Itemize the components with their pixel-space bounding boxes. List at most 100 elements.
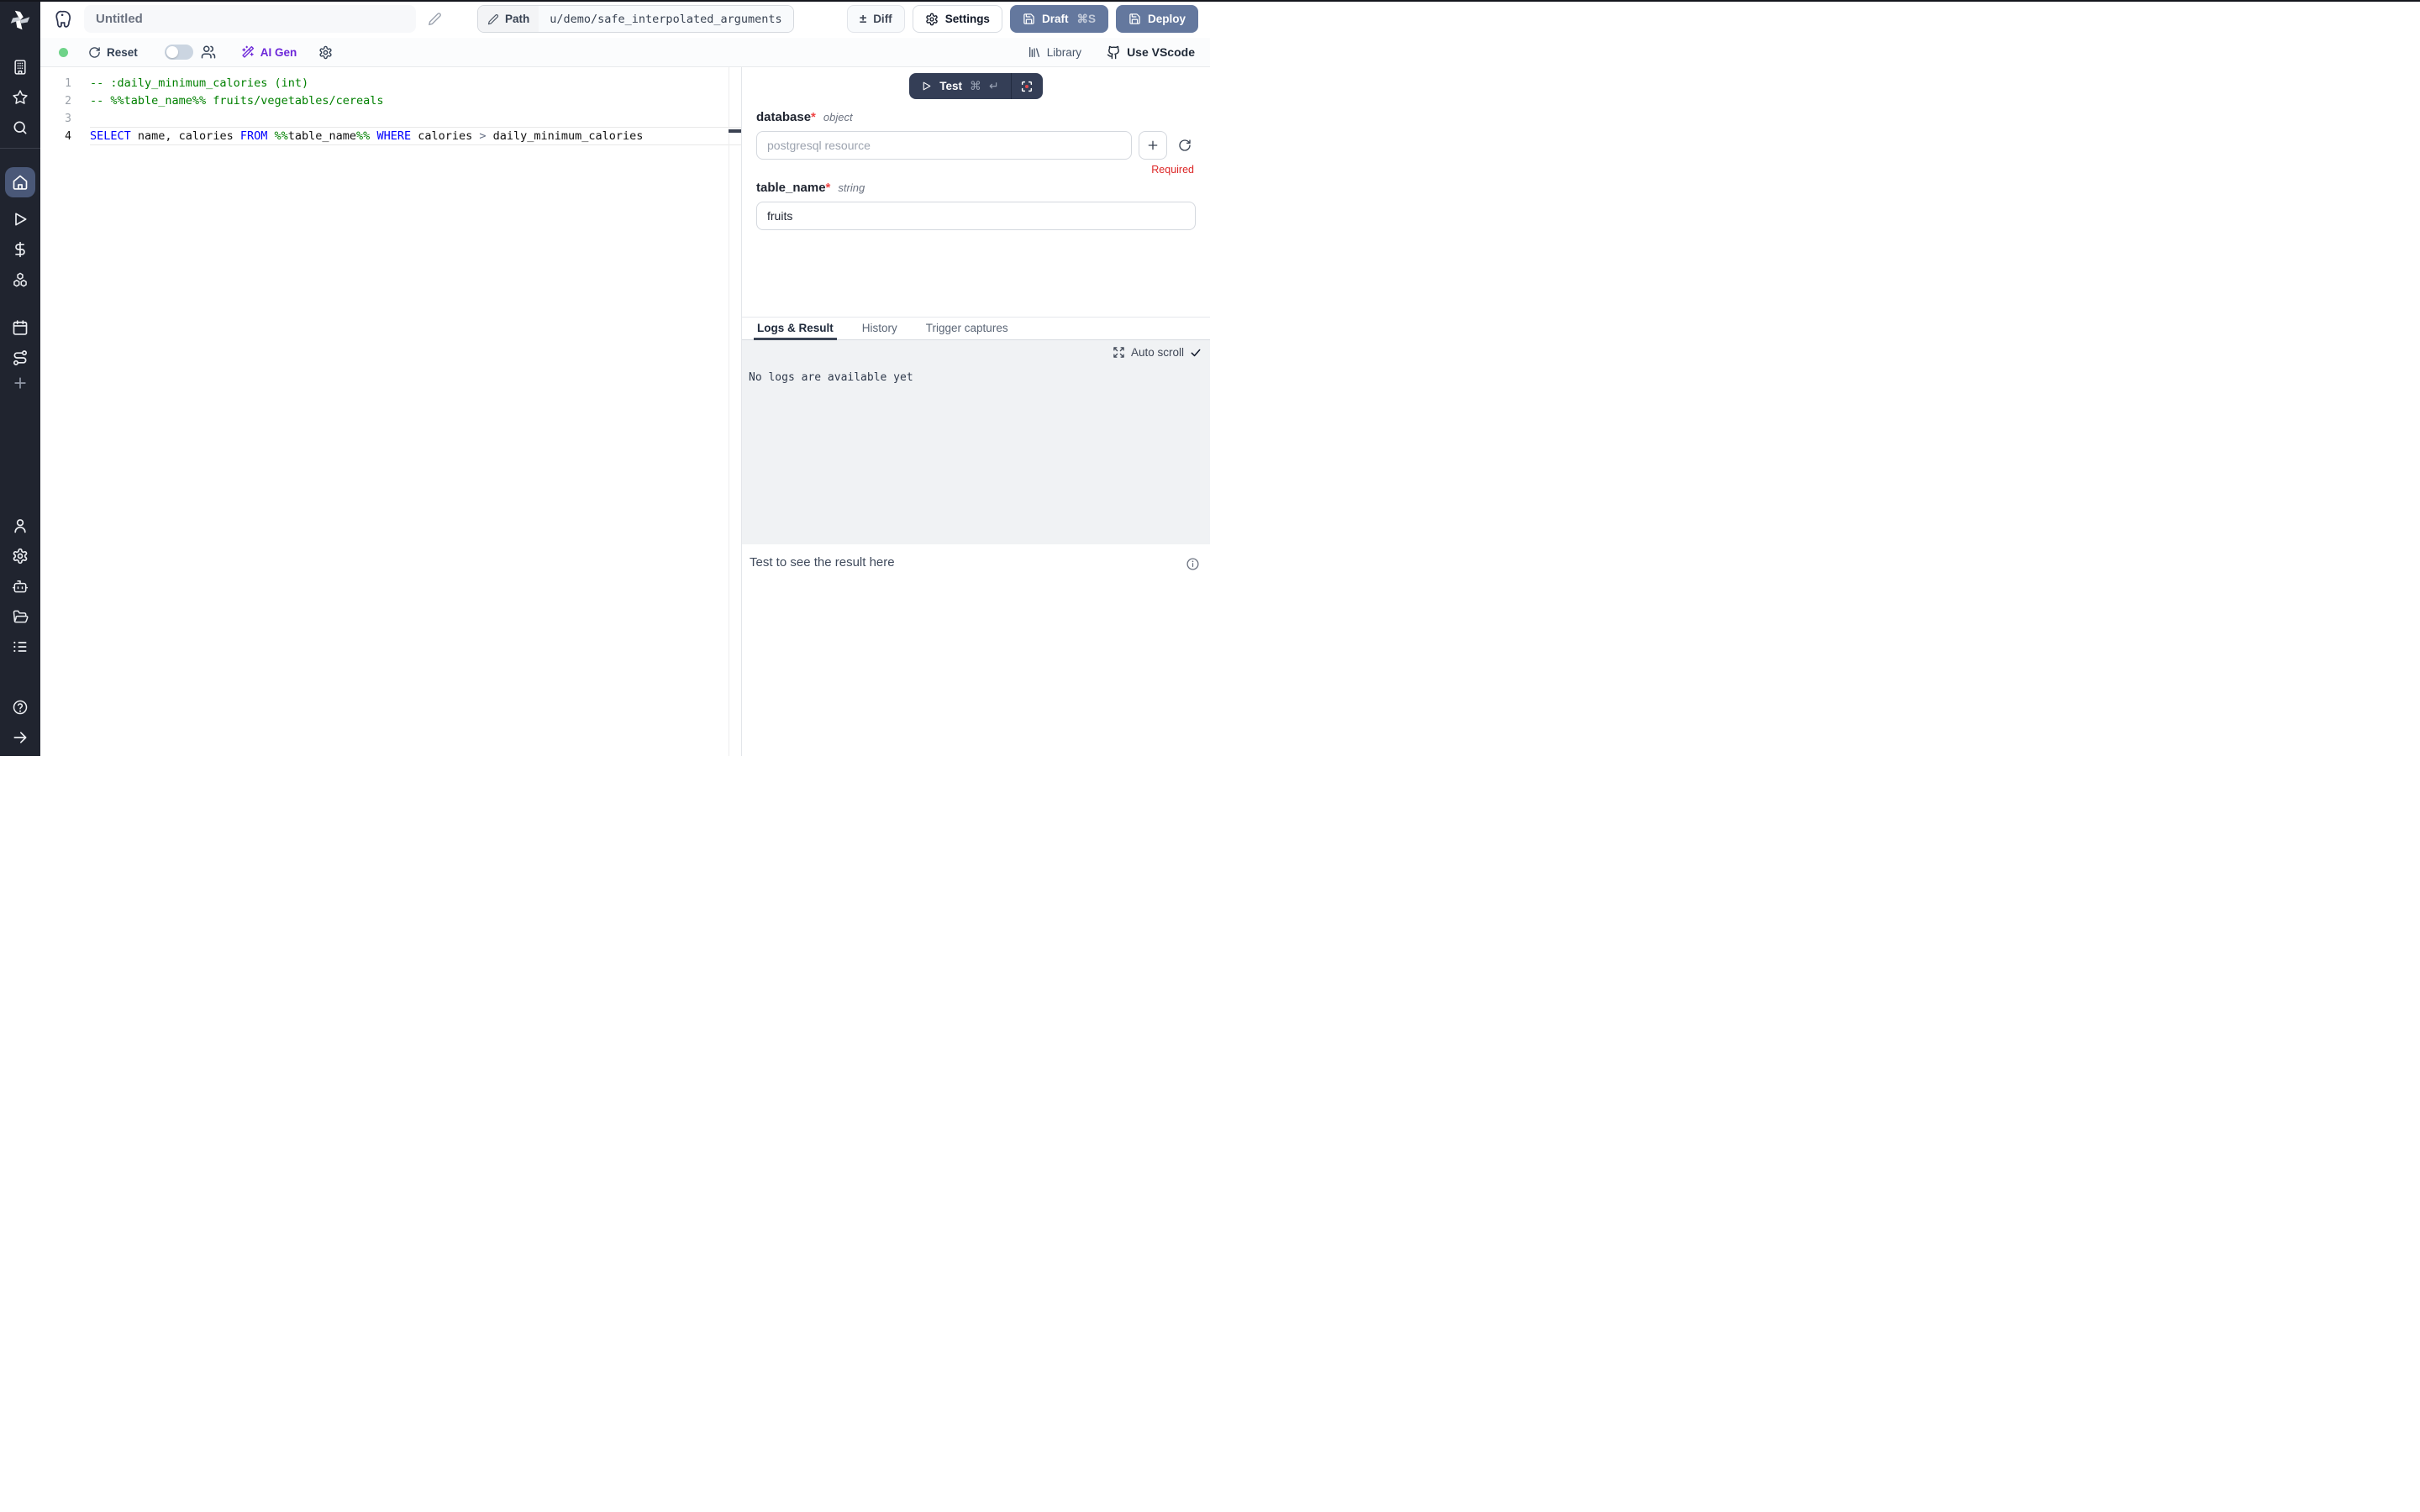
tab-trigger-captures[interactable]: Trigger captures [926, 318, 1008, 339]
result-hint: Test to see the result here [750, 555, 895, 570]
windmill-app: Path u/demo/safe_interpolated_arguments … [0, 0, 1210, 756]
library-icon [1028, 45, 1041, 59]
sidebar-item-audit-logs[interactable] [0, 638, 40, 655]
sidebar-item-resources[interactable] [0, 271, 40, 288]
add-resource-button[interactable] [1139, 131, 1167, 160]
magic-wand-icon [241, 45, 255, 59]
use-vscode-button[interactable]: Use VScode [1107, 45, 1195, 60]
status-dot [59, 48, 68, 57]
search-icon[interactable] [0, 119, 40, 136]
logs-result-section: Logs & Result History Trigger captures A… [742, 317, 1210, 756]
favorites-star-icon[interactable] [0, 89, 40, 106]
required-asterisk: * [811, 110, 816, 124]
left-sidebar [0, 0, 40, 756]
test-args-section: Test ⌘ ↵ database* [742, 67, 1210, 317]
tab-logs-result[interactable]: Logs & Result [757, 318, 834, 339]
collab-toggle[interactable] [165, 45, 193, 60]
sidebar-item-variables[interactable] [0, 241, 40, 258]
edit-title-pencil-icon[interactable] [428, 12, 442, 26]
editor-header: Path u/demo/safe_interpolated_arguments … [40, 0, 1210, 38]
line-number: 3 [40, 110, 90, 128]
database-input[interactable] [756, 131, 1132, 160]
editor-overview-ruler[interactable] [729, 67, 741, 756]
field-database-type: object [823, 111, 853, 123]
cmd-icon: ⌘ [970, 79, 981, 93]
line-number: 2 [40, 92, 90, 110]
field-table-name-type: string [838, 181, 865, 194]
sidebar-item-settings[interactable] [0, 548, 40, 564]
sidebar-item-workers[interactable] [0, 578, 40, 595]
path-label: Path [505, 13, 529, 25]
script-path[interactable]: Path u/demo/safe_interpolated_arguments [477, 5, 794, 33]
deploy-button[interactable]: Deploy [1116, 5, 1198, 33]
logs-empty-message: No logs are available yet [749, 371, 1202, 384]
diff-button[interactable]: ± Diff [847, 5, 905, 33]
edit-path-pencil-icon [487, 13, 499, 25]
plus-icon [1146, 139, 1160, 152]
field-table-name-label: table_name* [756, 181, 830, 195]
postgresql-icon [54, 8, 76, 30]
sidebar-add-icon[interactable] [0, 375, 40, 391]
window-top-edge [0, 0, 2420, 2]
path-value: u/demo/safe_interpolated_arguments [539, 6, 792, 32]
panel-tabs: Logs & Result History Trigger captures [742, 318, 1210, 340]
sidebar-item-home[interactable] [5, 167, 35, 197]
script-title-input[interactable] [84, 5, 416, 33]
library-button[interactable]: Library [1028, 45, 1081, 59]
github-icon [1107, 45, 1121, 60]
save-icon [1023, 13, 1035, 25]
required-note: Required [756, 164, 1196, 176]
result-area: Test to see the result here [742, 544, 1210, 756]
refresh-icon [1178, 139, 1192, 152]
sidebar-item-schedules[interactable] [0, 319, 40, 336]
reset-button[interactable]: Reset [88, 46, 138, 59]
sidebar-item-account[interactable] [0, 517, 40, 534]
users-icon[interactable] [201, 45, 216, 60]
logs-area: Auto scroll No logs are available yet [742, 340, 1210, 544]
line-number: 4 [40, 128, 90, 145]
line-number: 1 [40, 75, 90, 92]
refresh-resource-button[interactable] [1174, 139, 1196, 152]
code-line-4-current: 4 SELECT name, calories FROM %%table_nam… [40, 128, 741, 145]
test-button[interactable]: Test ⌘ ↵ [909, 73, 1011, 99]
workspace-icon[interactable] [0, 59, 40, 76]
code-editor[interactable]: 1 -- :daily_minimum_calories (int) 2 -- … [40, 67, 741, 756]
sidebar-item-runs[interactable] [0, 211, 40, 228]
settings-button[interactable]: Settings [913, 5, 1002, 33]
enter-icon: ↵ [989, 79, 999, 93]
draft-shortcut: ⌘S [1076, 13, 1096, 26]
required-asterisk: * [826, 181, 831, 195]
field-database: database* object Required [756, 110, 1196, 176]
field-database-label: database* [756, 110, 816, 124]
code-line-2: 2 -- %%table_name%% fruits/vegetables/ce… [40, 92, 741, 110]
reset-icon [88, 46, 101, 59]
capture-icon [1020, 80, 1034, 93]
cursor-position-mark [729, 129, 741, 133]
right-panel: Test ⌘ ↵ database* [741, 67, 1210, 756]
auto-scroll-control[interactable]: Auto scroll [749, 346, 1202, 359]
field-table-name: table_name* string [756, 181, 1196, 230]
table-name-input[interactable] [756, 202, 1196, 230]
editor-settings-gear-icon[interactable] [318, 45, 333, 60]
capture-test-button[interactable] [1011, 73, 1043, 99]
ai-gen-button[interactable]: AI Gen [241, 45, 297, 59]
expand-icon[interactable] [1113, 346, 1125, 359]
plus-minus-icon: ± [860, 12, 866, 26]
code-line-1: 1 -- :daily_minimum_calories (int) [40, 75, 741, 92]
check-icon [1190, 347, 1202, 359]
sidebar-divider [0, 148, 40, 149]
gear-icon [925, 13, 939, 26]
sidebar-item-triggers[interactable] [0, 349, 40, 366]
play-icon [921, 81, 932, 92]
info-icon[interactable] [1186, 557, 1200, 571]
editor-toolbar: Reset AI Gen Library Use VScode [40, 38, 1210, 67]
test-button-group: Test ⌘ ↵ [909, 73, 1043, 99]
windmill-logo-icon[interactable] [7, 7, 34, 34]
help-icon[interactable] [0, 699, 40, 716]
collapse-sidebar-icon[interactable] [0, 729, 40, 746]
sidebar-item-folders[interactable] [0, 608, 40, 625]
code-line-3: 3 [40, 110, 741, 128]
tab-history[interactable]: History [862, 318, 897, 339]
draft-button[interactable]: Draft ⌘S [1010, 5, 1108, 33]
save-icon [1128, 13, 1141, 25]
